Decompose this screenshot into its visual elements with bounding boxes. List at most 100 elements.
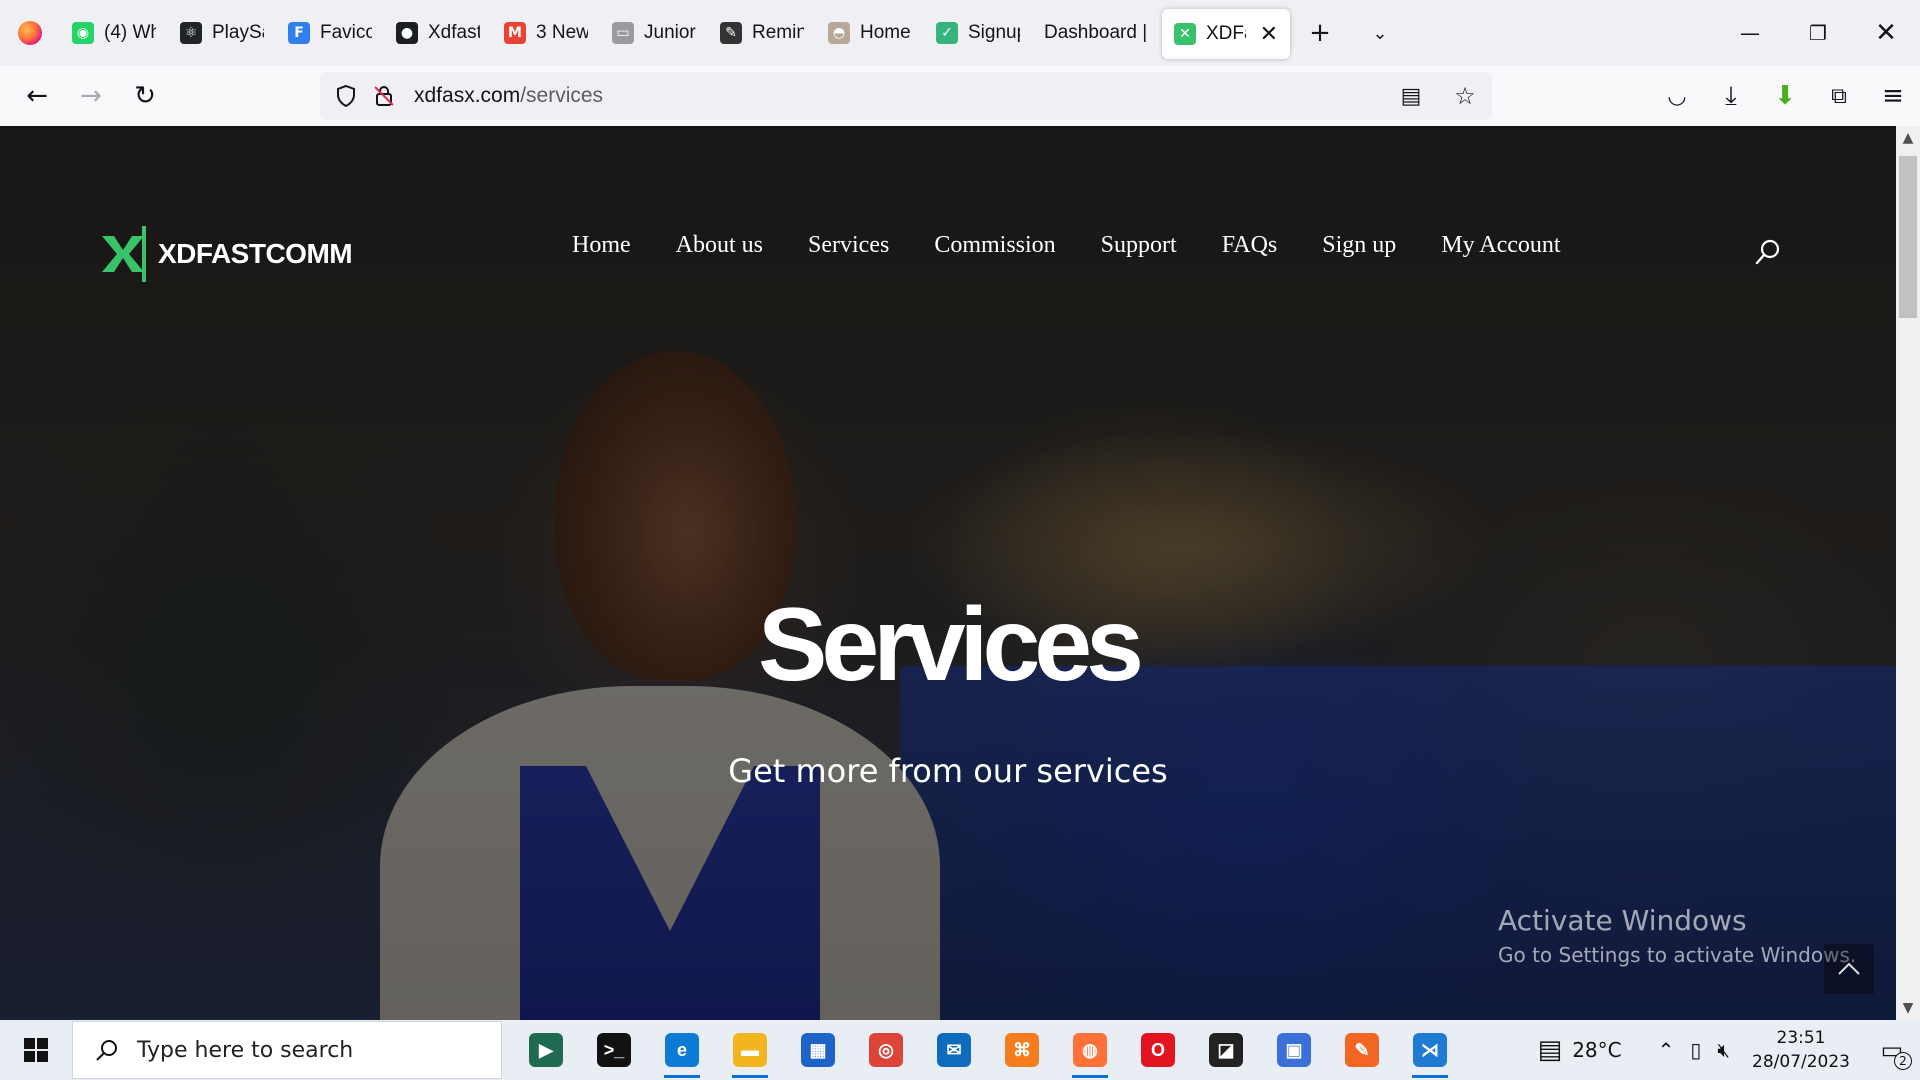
bookmark-star-icon[interactable]: ☆ [1438, 66, 1492, 126]
extensions-puzzle-icon[interactable]: ⧉ [1812, 66, 1866, 126]
url-host: xdfasx.com [414, 84, 521, 107]
downloads-icon[interactable]: ⤓ [1704, 66, 1758, 126]
nav-link-support[interactable]: Support [1101, 232, 1177, 259]
nav-link-faqs[interactable]: FAQs [1222, 232, 1278, 259]
new-tab-plus-icon[interactable]: + [1290, 0, 1350, 66]
navigation-toolbar: ← → ↻ xdfasx.com/services ▤ ☆ ◡ ⤓ ⬇ ⧉ ≡ [0, 66, 1920, 126]
back-to-top-button[interactable] [1824, 944, 1874, 994]
home-site-icon: ◓ [828, 22, 850, 44]
notification-center-icon[interactable]: ▭ 2 [1864, 1020, 1920, 1080]
browser-tab[interactable]: ▭ Junior Fu [600, 0, 708, 66]
tab-title: XdfastA [428, 22, 480, 43]
sticky-notes-icon[interactable]: ◪ [1192, 1020, 1260, 1080]
gmail-icon: M [504, 22, 526, 44]
mail-icon[interactable]: ✉ [920, 1020, 988, 1080]
nav-link-commission[interactable]: Commission [934, 232, 1055, 259]
clock[interactable]: 23:51 28/07/2023 [1738, 1026, 1864, 1074]
terminal-app-icon[interactable]: ▶ [512, 1020, 580, 1080]
chrome-icon[interactable]: ◎ [852, 1020, 920, 1080]
speaker-muted-icon[interactable]: 🔇︎ [1709, 1020, 1738, 1080]
scroll-down-arrow-icon[interactable]: ▼ [1896, 996, 1920, 1020]
whatsapp-icon: ◉ [72, 22, 94, 44]
browser-tab[interactable]: F Favicon [276, 0, 384, 66]
taskbar-app-glyph: ▶ [529, 1033, 563, 1067]
close-tab-icon[interactable]: ✕ [1260, 22, 1278, 47]
site-logo[interactable]: XDFASTCOMM [98, 226, 353, 282]
browser-tab[interactable]: ◓ Home [816, 0, 924, 66]
search-icon[interactable] [1754, 238, 1782, 266]
browser-tab[interactable]: Dashboard | [1032, 0, 1162, 66]
console-app-icon[interactable]: >_ [580, 1020, 648, 1080]
tab-title: Favicon [320, 22, 372, 43]
taskbar-search-icon [96, 1040, 117, 1061]
tracking-shield-icon[interactable] [334, 84, 358, 108]
forward-arrow-icon[interactable]: → [64, 66, 118, 126]
hamburger-menu-icon[interactable]: ≡ [1866, 66, 1920, 126]
browser-tab[interactable]: ⚛ PlaySafe [168, 0, 276, 66]
site-header: XDFASTCOMM Home About us Services Commissio… [0, 126, 1896, 326]
browser-tab[interactable]: ✕ XDFa ✕ [1162, 9, 1290, 59]
insecure-lock-icon[interactable] [372, 84, 396, 108]
browser-tab[interactable]: ✓ Signup | [924, 0, 1032, 66]
tab-list: ◉ (4) What ⚛ PlaySafe F Favicon ● XdfastA M 3 New… [60, 0, 1290, 66]
opera-icon[interactable]: O [1124, 1020, 1192, 1080]
xdfast-logo-icon [102, 226, 146, 282]
firefox-menu-icon[interactable] [0, 0, 60, 66]
pocket-icon[interactable]: ◡ [1650, 66, 1704, 126]
tab-title: Remine [752, 22, 804, 43]
reload-icon[interactable]: ↻ [118, 66, 172, 126]
activate-windows-watermark: Activate Windows Go to Settings to activ… [1498, 904, 1856, 967]
extension-download-icon[interactable]: ⬇ [1758, 66, 1812, 126]
tab-title: Signup | [968, 22, 1020, 43]
scrollbar-thumb[interactable] [1899, 156, 1917, 318]
tab-title: Home [860, 22, 911, 43]
windows-taskbar: Type here to search ▶ >_ e ▬ ▦ ◎ ✉ ⌘ ◍ O ◪ ▣ ✎ ⋊ ▤ 28… [0, 1020, 1920, 1080]
nav-link-about-us[interactable]: About us [676, 232, 763, 259]
browser-tab[interactable]: M 3 New R [492, 0, 600, 66]
vscode-icon[interactable]: ⋊ [1396, 1020, 1464, 1080]
list-all-tabs-chevron-icon[interactable]: ⌄ [1350, 0, 1410, 66]
browser-tab[interactable]: ● XdfastA [384, 0, 492, 66]
page-scrollbar[interactable]: ▲ ▼ [1896, 126, 1920, 1020]
xampp-icon[interactable]: ⌘ [988, 1020, 1056, 1080]
sublime-icon[interactable]: ✎ [1328, 1020, 1396, 1080]
nav-link-services[interactable]: Services [808, 232, 889, 259]
address-bar[interactable]: xdfasx.com/services ▤ ☆ [320, 72, 1492, 120]
url-text[interactable]: xdfasx.com/services [414, 84, 603, 108]
weather-widget[interactable]: ▤ 28°C [1530, 1020, 1630, 1080]
nav-link-my-account[interactable]: My Account [1441, 232, 1560, 259]
back-arrow-icon[interactable]: ← [10, 66, 64, 126]
hero-subtitle: Get more from our services [728, 752, 1168, 790]
close-window-icon[interactable]: ✕ [1852, 0, 1920, 66]
network-app-icon[interactable]: ▣ [1260, 1020, 1328, 1080]
edge-icon[interactable]: e [648, 1020, 716, 1080]
taskbar-app-glyph: ◎ [869, 1033, 903, 1067]
taskbar-app-glyph: >_ [597, 1033, 631, 1067]
hero-title: Services [758, 587, 1144, 703]
tray-overflow-chevron-icon[interactable]: ⌃ [1650, 1020, 1683, 1080]
restore-window-icon[interactable]: ❐ [1784, 0, 1852, 66]
minimize-window-icon[interactable]: — [1716, 0, 1784, 66]
device-tray-icon[interactable]: ▯ [1682, 1020, 1709, 1080]
taskbar-search-placeholder: Type here to search [137, 1037, 354, 1063]
url-path: /services [520, 84, 604, 107]
services-page: XDFASTCOMM Home About us Services Commissio… [0, 126, 1896, 1020]
signup-site-icon: ✓ [936, 22, 958, 44]
file-explorer-icon[interactable]: ▬ [716, 1020, 784, 1080]
nav-link-home[interactable]: Home [572, 232, 631, 259]
windows-start-button[interactable] [0, 1020, 72, 1080]
firefox-icon[interactable]: ◍ [1056, 1020, 1124, 1080]
windows-logo-icon [24, 1038, 48, 1062]
tab-title: (4) What [104, 22, 156, 43]
browser-tab-strip: ◉ (4) What ⚛ PlaySafe F Favicon ● XdfastA M 3 New… [0, 0, 1920, 66]
edit-icon: ✎ [720, 22, 742, 44]
taskbar-search-box[interactable]: Type here to search [72, 1021, 502, 1079]
browser-tab[interactable]: ◉ (4) What [60, 0, 168, 66]
scroll-up-arrow-icon[interactable]: ▲ [1896, 126, 1920, 150]
taskbar-app-glyph: ⌘ [1005, 1033, 1039, 1067]
page-icon: ▭ [612, 22, 634, 44]
reader-view-icon[interactable]: ▤ [1384, 66, 1438, 126]
browser-tab[interactable]: ✎ Remine [708, 0, 816, 66]
store-icon[interactable]: ▦ [784, 1020, 852, 1080]
nav-link-sign-up[interactable]: Sign up [1322, 232, 1396, 259]
